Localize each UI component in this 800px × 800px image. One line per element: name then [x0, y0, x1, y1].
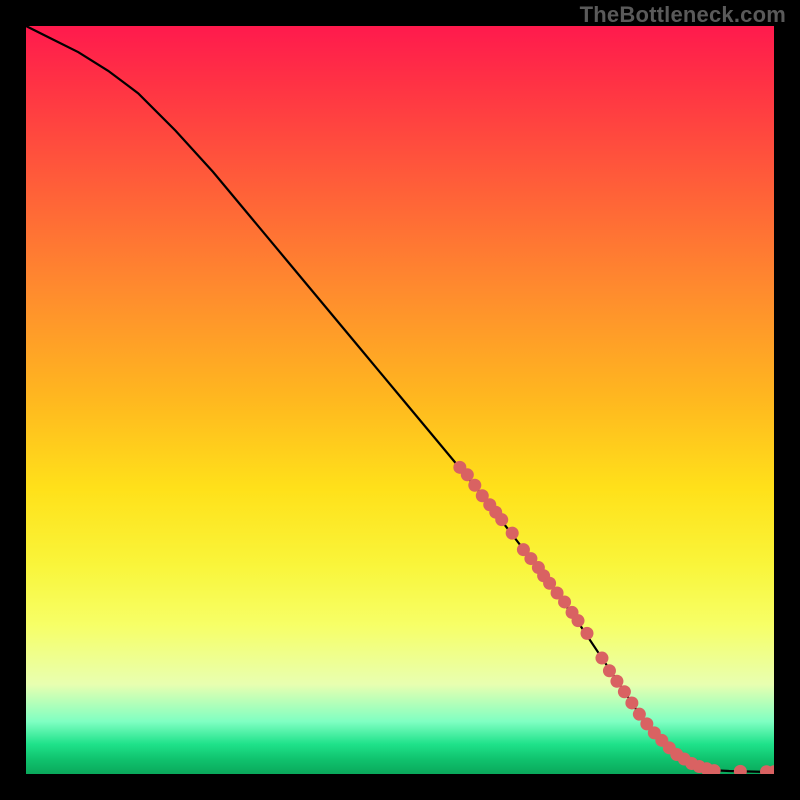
curve-line	[26, 26, 774, 772]
data-marker	[506, 527, 519, 540]
data-marker	[581, 627, 594, 640]
data-marker	[603, 664, 616, 677]
data-marker	[595, 652, 608, 665]
chart-svg	[26, 26, 774, 774]
chart-frame: TheBottleneck.com	[0, 0, 800, 800]
data-marker	[610, 675, 623, 688]
data-marker	[495, 513, 508, 526]
data-marker	[625, 696, 638, 709]
data-marker	[618, 685, 631, 698]
plot-area	[26, 26, 774, 774]
data-marker	[572, 614, 585, 627]
data-marker	[558, 595, 571, 608]
data-marker	[461, 468, 474, 481]
data-marker	[468, 479, 481, 492]
data-marker	[734, 765, 747, 774]
watermark-text: TheBottleneck.com	[580, 2, 786, 28]
marker-group	[453, 461, 774, 774]
